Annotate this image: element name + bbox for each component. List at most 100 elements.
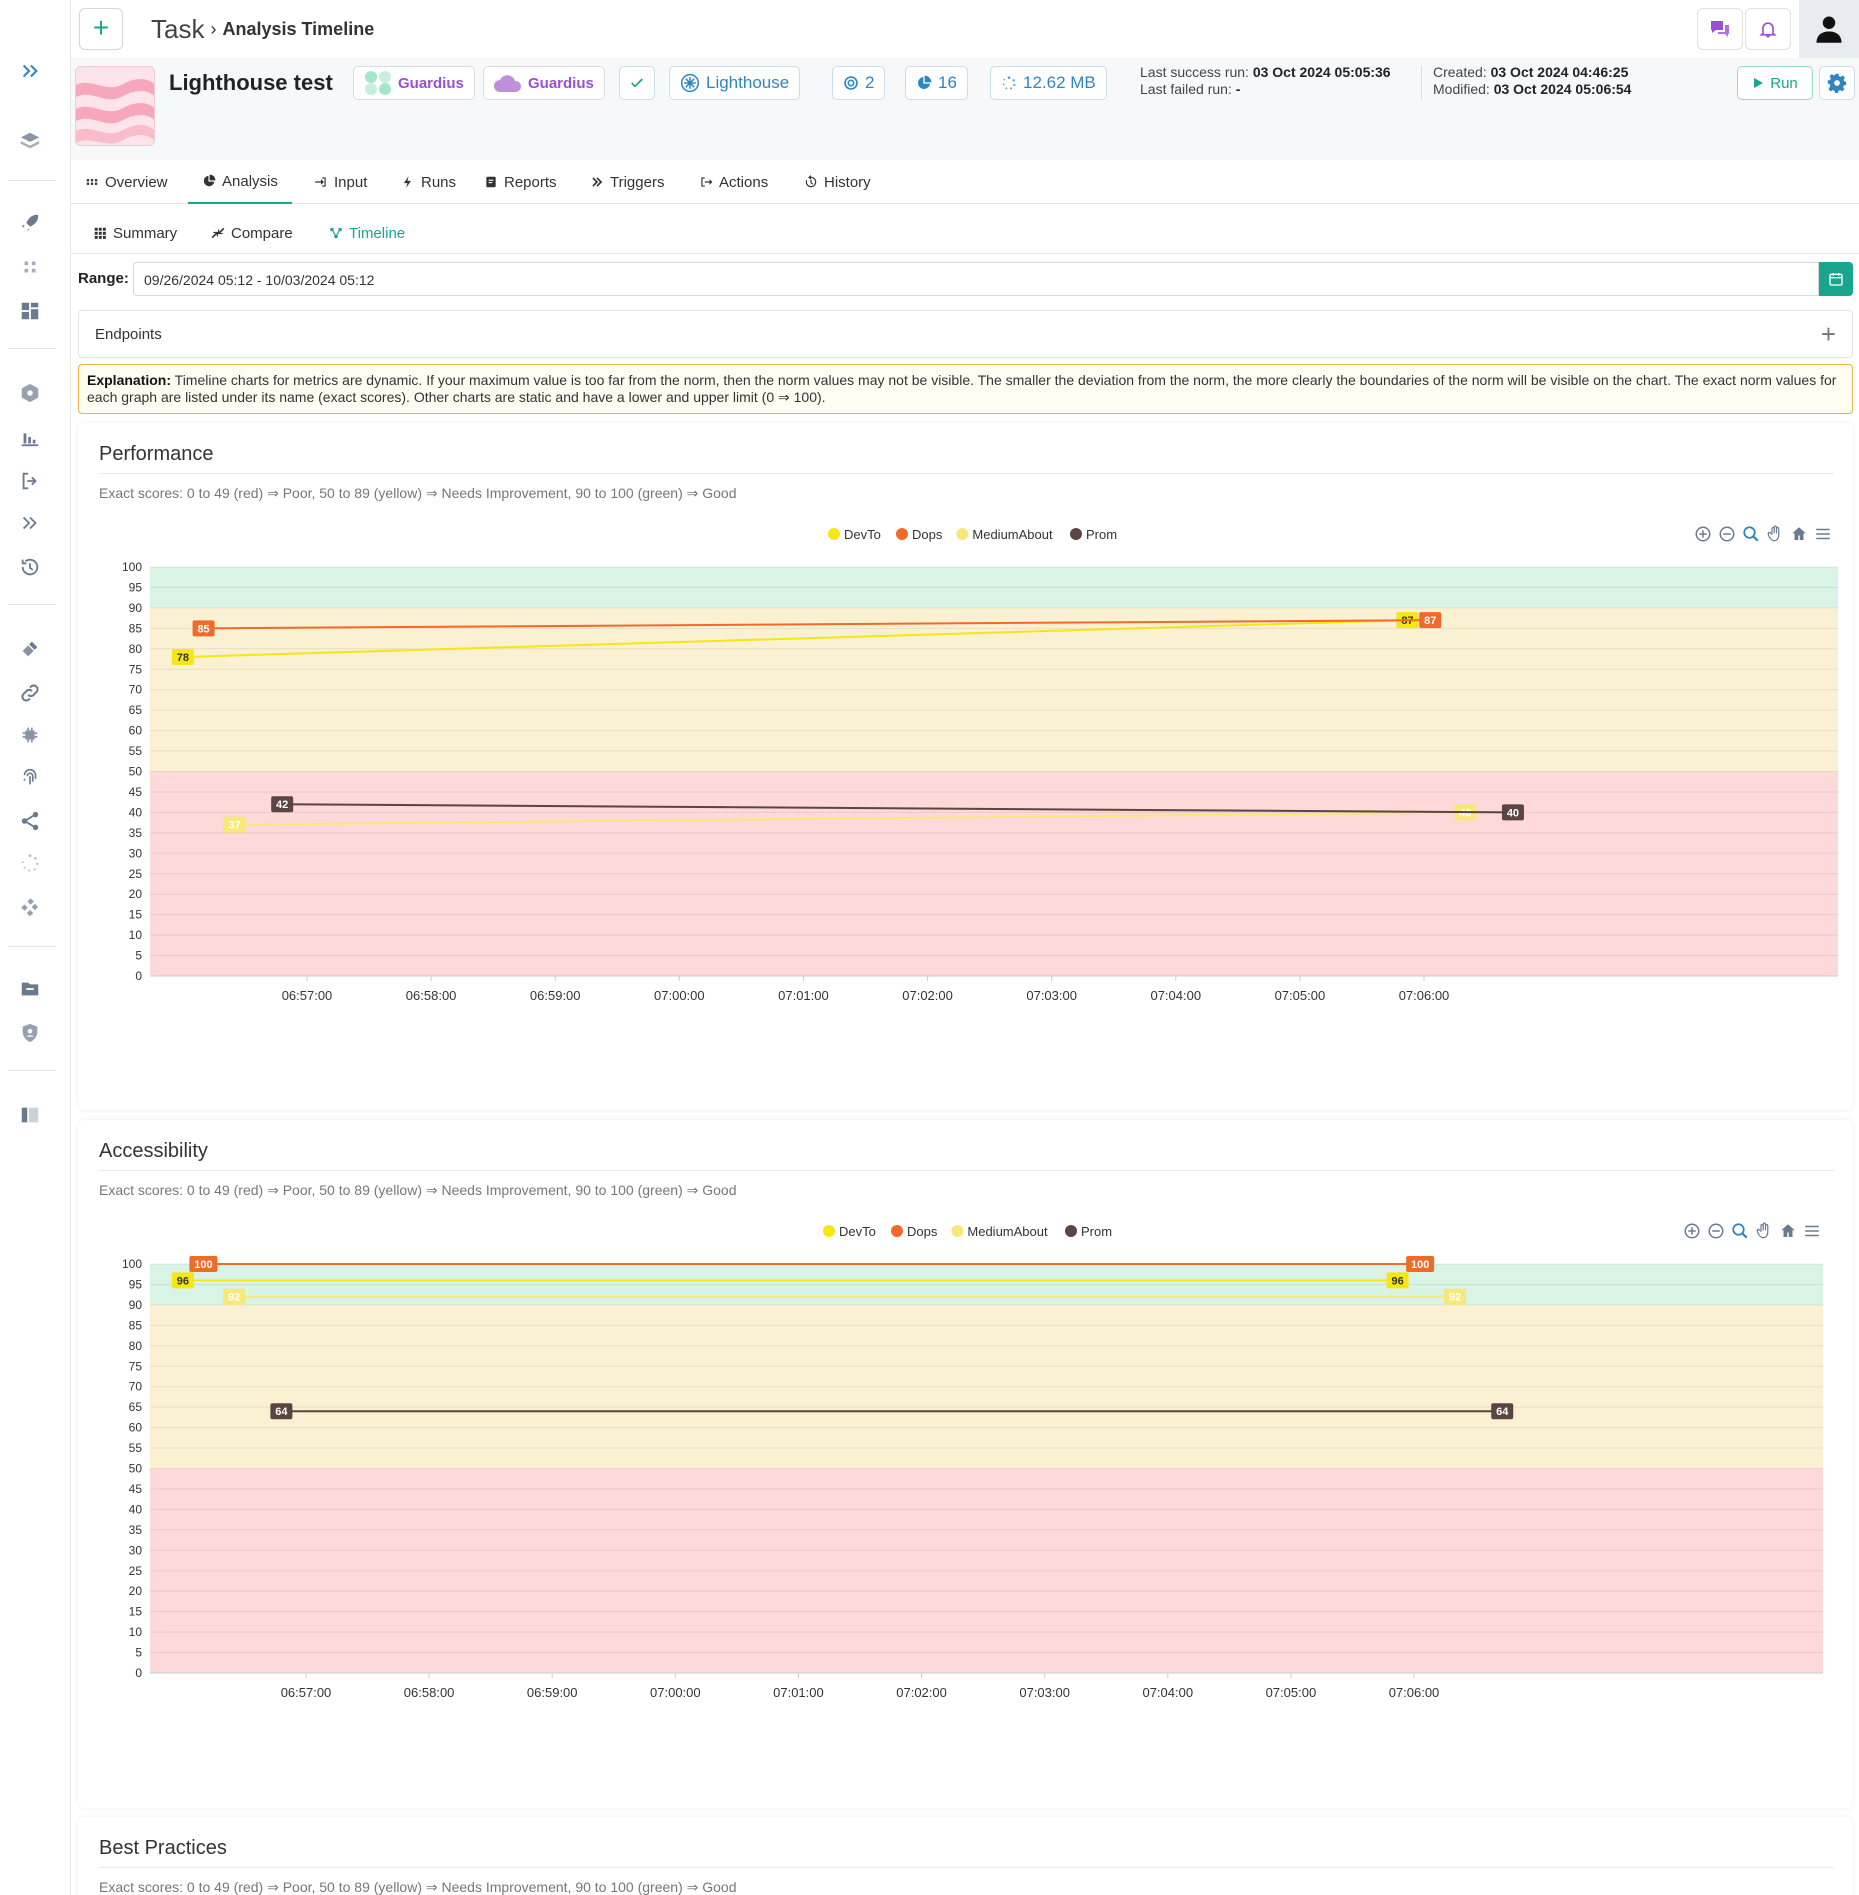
subtab-timeline[interactable]: Timeline: [329, 212, 405, 254]
tab-analysis[interactable]: Analysis: [188, 160, 292, 204]
y-tick-label: 25: [129, 867, 143, 881]
pie-chart-icon: [202, 174, 216, 188]
hexagon-icon[interactable]: [17, 380, 43, 406]
history-icon: [804, 175, 818, 189]
zoom-out-icon[interactable]: [1718, 525, 1736, 548]
y-tick-label: 85: [129, 1318, 143, 1332]
analysis-subtabs: Summary Compare Timeline: [71, 212, 1859, 254]
selection-zoom-icon[interactable]: [1731, 1222, 1749, 1245]
pan-hand-icon[interactable]: [1755, 1222, 1773, 1245]
tab-label: Reports: [504, 173, 557, 191]
double-chevron-icon[interactable]: [17, 510, 43, 536]
link-icon[interactable]: [17, 680, 43, 706]
panel-toggle-icon[interactable]: [17, 1102, 43, 1128]
zoom-in-icon[interactable]: [1683, 1222, 1701, 1245]
history-icon[interactable]: [17, 554, 43, 580]
y-tick-label: 0: [135, 1666, 142, 1680]
bolt-icon: [401, 175, 415, 189]
tab-label: Input: [334, 173, 368, 191]
menu-icon[interactable]: [1803, 1222, 1821, 1245]
layers-icon[interactable]: [17, 128, 43, 154]
tab-triggers[interactable]: Triggers: [590, 160, 664, 204]
data-label: 40: [1459, 807, 1471, 819]
notifications-button[interactable]: [1745, 8, 1791, 50]
analyses-chip[interactable]: 16: [905, 66, 968, 100]
user-avatar[interactable]: [1799, 0, 1859, 58]
breadcrumb: Task › Analysis Timeline: [151, 14, 374, 45]
created-value: 03 Oct 2024 04:46:25: [1490, 64, 1629, 80]
size-chip[interactable]: 12.62 MB: [990, 66, 1107, 100]
spinner-icon[interactable]: [17, 850, 43, 876]
x-tick-label: 07:01:00: [773, 1685, 824, 1700]
x-tick-label: 07:04:00: [1150, 988, 1201, 1003]
pan-hand-icon[interactable]: [1766, 525, 1784, 548]
legend-label: MediumAbout: [972, 527, 1053, 542]
settings-button[interactable]: [1819, 66, 1855, 100]
share-icon[interactable]: [17, 808, 43, 834]
x-tick-label: 07:04:00: [1142, 1685, 1193, 1700]
sidebar-divider: [8, 180, 56, 181]
home-icon[interactable]: [1779, 1222, 1797, 1245]
x-tick-label: 06:57:00: [282, 988, 333, 1003]
y-tick-label: 70: [129, 1380, 143, 1394]
tab-overview[interactable]: Overview: [85, 160, 168, 204]
endpoints-panel[interactable]: Endpoints +: [78, 310, 1853, 358]
chip-icon[interactable]: [17, 722, 43, 748]
zoom-out-icon[interactable]: [1707, 1222, 1725, 1245]
menu-icon[interactable]: [1814, 525, 1832, 548]
y-tick-label: 30: [129, 1543, 143, 1557]
run-button-label: Run: [1770, 74, 1798, 92]
sidebar-divider: [8, 604, 56, 605]
apps-icon[interactable]: [17, 254, 43, 280]
calendar-button[interactable]: [1819, 262, 1853, 296]
analyses-chip-count: 16: [938, 73, 957, 92]
fingerprint-icon[interactable]: [17, 764, 43, 790]
folder-icon[interactable]: [17, 976, 43, 1002]
subtab-summary[interactable]: Summary: [93, 212, 177, 254]
data-label: 100: [1411, 1259, 1429, 1271]
satellite-icon[interactable]: [17, 636, 43, 662]
subtab-compare[interactable]: Compare: [211, 212, 293, 254]
y-tick-label: 5: [135, 949, 142, 963]
x-tick-label: 07:02:00: [896, 1685, 947, 1700]
sidebar-divider: [8, 348, 56, 349]
nodes-icon[interactable]: [17, 894, 43, 920]
tab-history[interactable]: History: [804, 160, 871, 204]
run-button[interactable]: Run: [1737, 66, 1813, 100]
chart-subtitle: Exact scores: 0 to 49 (red) ⇒ Poor, 50 t…: [99, 1879, 737, 1895]
rocket-icon[interactable]: [17, 210, 43, 236]
tab-actions[interactable]: Actions: [699, 160, 768, 204]
last-failed-value: -: [1235, 81, 1241, 97]
selection-zoom-icon[interactable]: [1742, 525, 1760, 548]
targets-chip[interactable]: 2: [832, 66, 886, 100]
expand-sidebar-icon[interactable]: [17, 58, 43, 84]
tab-reports[interactable]: Reports: [484, 160, 557, 204]
data-label: 42: [276, 799, 288, 811]
type-chip[interactable]: Lighthouse: [669, 66, 801, 100]
y-tick-label: 25: [129, 1564, 143, 1578]
tab-label: History: [824, 173, 871, 191]
chat-button[interactable]: [1697, 8, 1743, 50]
zoom-in-icon[interactable]: [1694, 525, 1712, 548]
legend-marker: [1070, 528, 1082, 540]
data-label: 64: [1496, 1406, 1509, 1418]
tab-runs[interactable]: Runs: [401, 160, 456, 204]
expand-icon[interactable]: +: [1821, 319, 1836, 350]
add-button[interactable]: +: [79, 8, 123, 50]
explanation-box: Explanation: Timeline charts for metrics…: [78, 364, 1853, 414]
breadcrumb-root[interactable]: Task: [151, 14, 204, 44]
range-input[interactable]: 09/26/2024 05:12 - 10/03/2024 05:12: [133, 262, 1819, 296]
cloud-chip[interactable]: Guardius: [483, 66, 605, 100]
tab-input[interactable]: Input: [314, 160, 367, 204]
chart-subtitle: Exact scores: 0 to 49 (red) ⇒ Poor, 50 t…: [99, 1182, 737, 1198]
shield-user-icon[interactable]: [17, 1020, 43, 1046]
status-chip[interactable]: [619, 66, 655, 100]
sign-out-icon[interactable]: [17, 468, 43, 494]
dashboard-icon[interactable]: [17, 298, 43, 324]
home-icon[interactable]: [1790, 525, 1808, 548]
explanation-text: Timeline charts for metrics are dynamic.…: [87, 372, 1837, 405]
legend-label: MediumAbout: [967, 1224, 1048, 1239]
project-chip[interactable]: Guardius: [353, 66, 475, 100]
x-tick-label: 07:02:00: [902, 988, 953, 1003]
bar-chart-icon[interactable]: [17, 424, 43, 450]
